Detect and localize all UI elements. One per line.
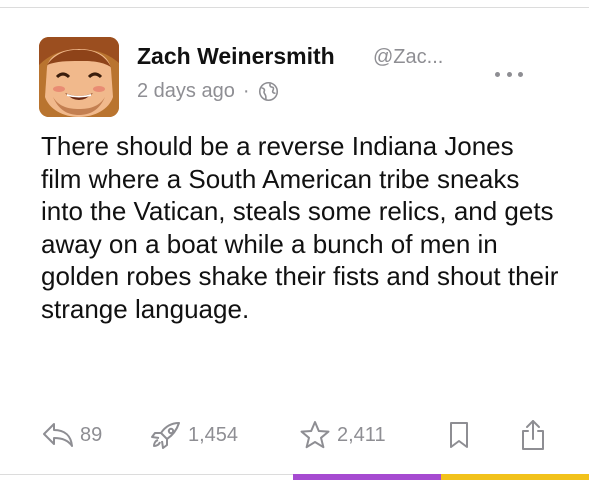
favorite-button[interactable]: 2,411 <box>299 418 386 452</box>
more-dots-icon <box>495 71 500 77</box>
boost-button[interactable]: 1,454 <box>150 418 238 452</box>
bookmark-button[interactable] <box>448 418 470 452</box>
accent-bar-purple <box>293 474 441 480</box>
post-text: There should be a reverse Indiana Jones … <box>41 131 559 324</box>
reply-icon <box>43 423 73 447</box>
share-button[interactable] <box>520 418 546 452</box>
avatar[interactable] <box>39 37 119 117</box>
meta-separator: · <box>242 80 250 102</box>
share-icon <box>522 420 544 450</box>
action-bar: 89 1,454 2,411 <box>0 418 589 454</box>
more-options-button[interactable] <box>495 66 523 82</box>
post-card[interactable]: Zach Weinersmith @Zac... 2 days ago · Th… <box>0 8 589 480</box>
author-handle[interactable]: @Zac... <box>373 46 443 69</box>
accent-bar-yellow <box>441 474 589 480</box>
star-icon <box>300 421 330 449</box>
post-time[interactable]: 2 days ago <box>137 80 235 103</box>
reply-button[interactable]: 89 <box>42 418 102 452</box>
favorite-count: 2,411 <box>337 423 386 446</box>
boost-count: 1,454 <box>188 423 239 446</box>
rocket-icon <box>151 422 180 449</box>
avatar-illustration <box>39 37 119 117</box>
post-meta: 2 days ago · <box>137 80 279 103</box>
globe-icon <box>258 81 279 102</box>
author-name[interactable]: Zach Weinersmith <box>137 43 335 70</box>
reply-count: 89 <box>80 423 103 446</box>
bookmark-icon <box>450 422 468 448</box>
